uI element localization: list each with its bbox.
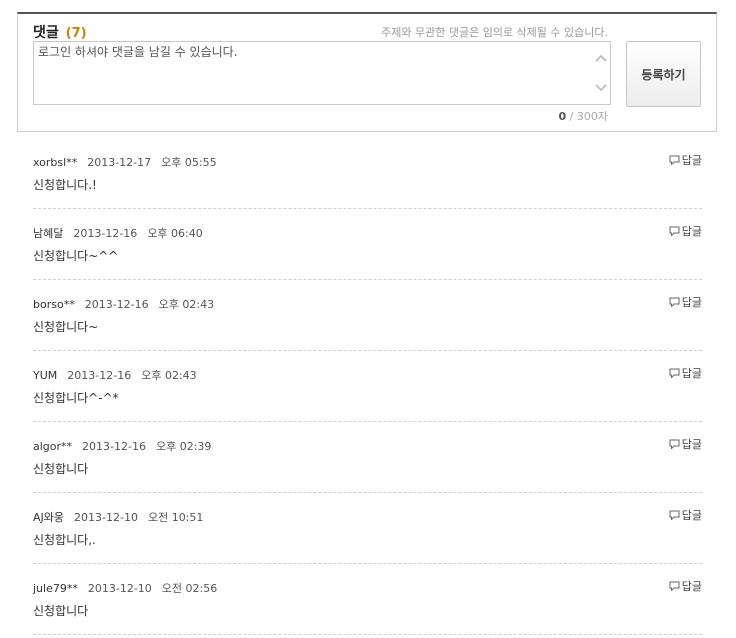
comment-date: 2013-12-10	[87, 582, 152, 595]
reply-button[interactable]: 답글	[669, 223, 702, 239]
comment-meta: AJ와웅 2013-12-10 오전 10:51	[33, 509, 213, 525]
reply-button[interactable]: 답글	[669, 436, 702, 452]
comment-write-box: 댓글 (7) 주제와 무관한 댓글은 임의로 삭제될 수 있습니다. 로그인 하…	[17, 12, 717, 132]
comment-author: borso**	[33, 298, 75, 311]
comment-time: 오후 06:40	[147, 227, 203, 240]
reply-button[interactable]: 답글	[669, 152, 702, 168]
comment-meta: YUM 2013-12-16 오후 02:43	[33, 367, 207, 383]
comment-time: 오전 02:56	[161, 582, 218, 595]
comment-item: AJ와웅 2013-12-10 오전 10:51 신청합니다,. 답글	[33, 493, 702, 564]
reply-button[interactable]: 답글	[669, 578, 702, 594]
speech-bubble-icon	[669, 155, 680, 165]
comment-time: 오후 02:43	[158, 298, 215, 311]
comment-text: 신청합니다	[33, 604, 89, 618]
reply-button[interactable]: 답글	[669, 294, 702, 310]
comment-textarea[interactable]: 로그인 하셔야 댓글을 남길 수 있습니다.	[33, 41, 611, 105]
char-counter: 0 / 300자	[559, 108, 608, 124]
comment-title-text: 댓글	[33, 25, 59, 41]
comment-text: 신청합니다~	[33, 320, 99, 334]
comment-item: borso** 2013-12-16 오후 02:43 신청합니다~ 답글	[33, 280, 702, 351]
reply-label: 답글	[681, 438, 702, 451]
speech-bubble-icon	[669, 439, 680, 449]
scroll-up-icon[interactable]	[594, 52, 608, 66]
comment-item: algor** 2013-12-16 오후 02:39 신청합니다 답글	[33, 422, 702, 493]
comment-author: xorbsl**	[33, 156, 78, 169]
comment-title: 댓글 (7)	[33, 22, 87, 42]
comment-date: 2013-12-10	[74, 511, 138, 524]
speech-bubble-icon	[669, 226, 680, 236]
comment-count: (7)	[65, 26, 87, 41]
comment-item: xorbsl** 2013-12-17 오후 05:55 신청합니다.! 답글	[33, 138, 702, 209]
comment-author: jule79**	[33, 582, 78, 595]
comment-meta: 남혜달 2013-12-16 오후 06:40	[33, 225, 213, 241]
speech-bubble-icon	[669, 368, 680, 378]
reply-label: 답글	[681, 225, 702, 238]
speech-bubble-icon	[669, 510, 680, 520]
reply-button[interactable]: 답글	[669, 507, 702, 523]
char-current: 0	[558, 110, 567, 123]
comment-text: 신청합니다,.	[33, 533, 96, 547]
comment-text: 신청합니다.!	[33, 178, 97, 192]
comment-text: 신청합니다^-^*	[33, 391, 119, 405]
comment-date: 2013-12-16	[84, 298, 149, 311]
comment-date: 2013-12-16	[73, 227, 138, 240]
comment-time: 오전 10:51	[147, 511, 204, 524]
comment-date: 2013-12-16	[82, 440, 146, 453]
comment-text: 신청합니다	[33, 462, 89, 476]
submit-button[interactable]: 등록하기	[626, 41, 701, 107]
comment-author: AJ와웅	[33, 511, 65, 524]
comment-author: YUM	[33, 369, 58, 382]
comment-author: 남혜달	[33, 227, 64, 240]
comment-meta: borso** 2013-12-16 오후 02:43	[33, 296, 224, 312]
comment-placeholder: 로그인 하셔야 댓글을 남길 수 있습니다.	[38, 45, 238, 59]
scroll-down-icon[interactable]	[594, 80, 608, 94]
comment-item: jule79** 2013-12-10 오전 02:56 신청합니다 답글	[33, 564, 702, 635]
reply-label: 답글	[681, 154, 702, 167]
comment-time: 오후 02:39	[155, 440, 212, 453]
speech-bubble-icon	[669, 581, 680, 591]
comment-date: 2013-12-17	[87, 156, 152, 169]
comment-meta: algor** 2013-12-16 오후 02:39	[33, 438, 221, 454]
comment-notice: 주제와 무관한 댓글은 임의로 삭제될 수 있습니다.	[381, 26, 608, 39]
textarea-scrollbar[interactable]	[594, 46, 608, 100]
comment-time: 오후 02:43	[141, 369, 197, 382]
comment-meta: xorbsl** 2013-12-17 오후 05:55	[33, 154, 227, 170]
speech-bubble-icon	[669, 297, 680, 307]
reply-label: 답글	[681, 367, 702, 380]
char-limit: / 300자	[569, 110, 608, 123]
reply-label: 답글	[681, 509, 702, 522]
comment-time: 오후 05:55	[161, 156, 217, 169]
comment-meta: jule79** 2013-12-10 오전 02:56	[33, 580, 227, 596]
reply-label: 답글	[681, 580, 702, 593]
reply-label: 답글	[681, 296, 702, 309]
comment-author: algor**	[33, 440, 73, 453]
comment-item: YUM 2013-12-16 오후 02:43 신청합니다^-^* 답글	[33, 351, 702, 422]
comment-item: 남혜달 2013-12-16 오후 06:40 신청합니다~^^ 답글	[33, 209, 702, 280]
reply-button[interactable]: 답글	[669, 365, 702, 381]
comment-date: 2013-12-16	[67, 369, 132, 382]
comment-text: 신청합니다~^^	[33, 249, 119, 263]
